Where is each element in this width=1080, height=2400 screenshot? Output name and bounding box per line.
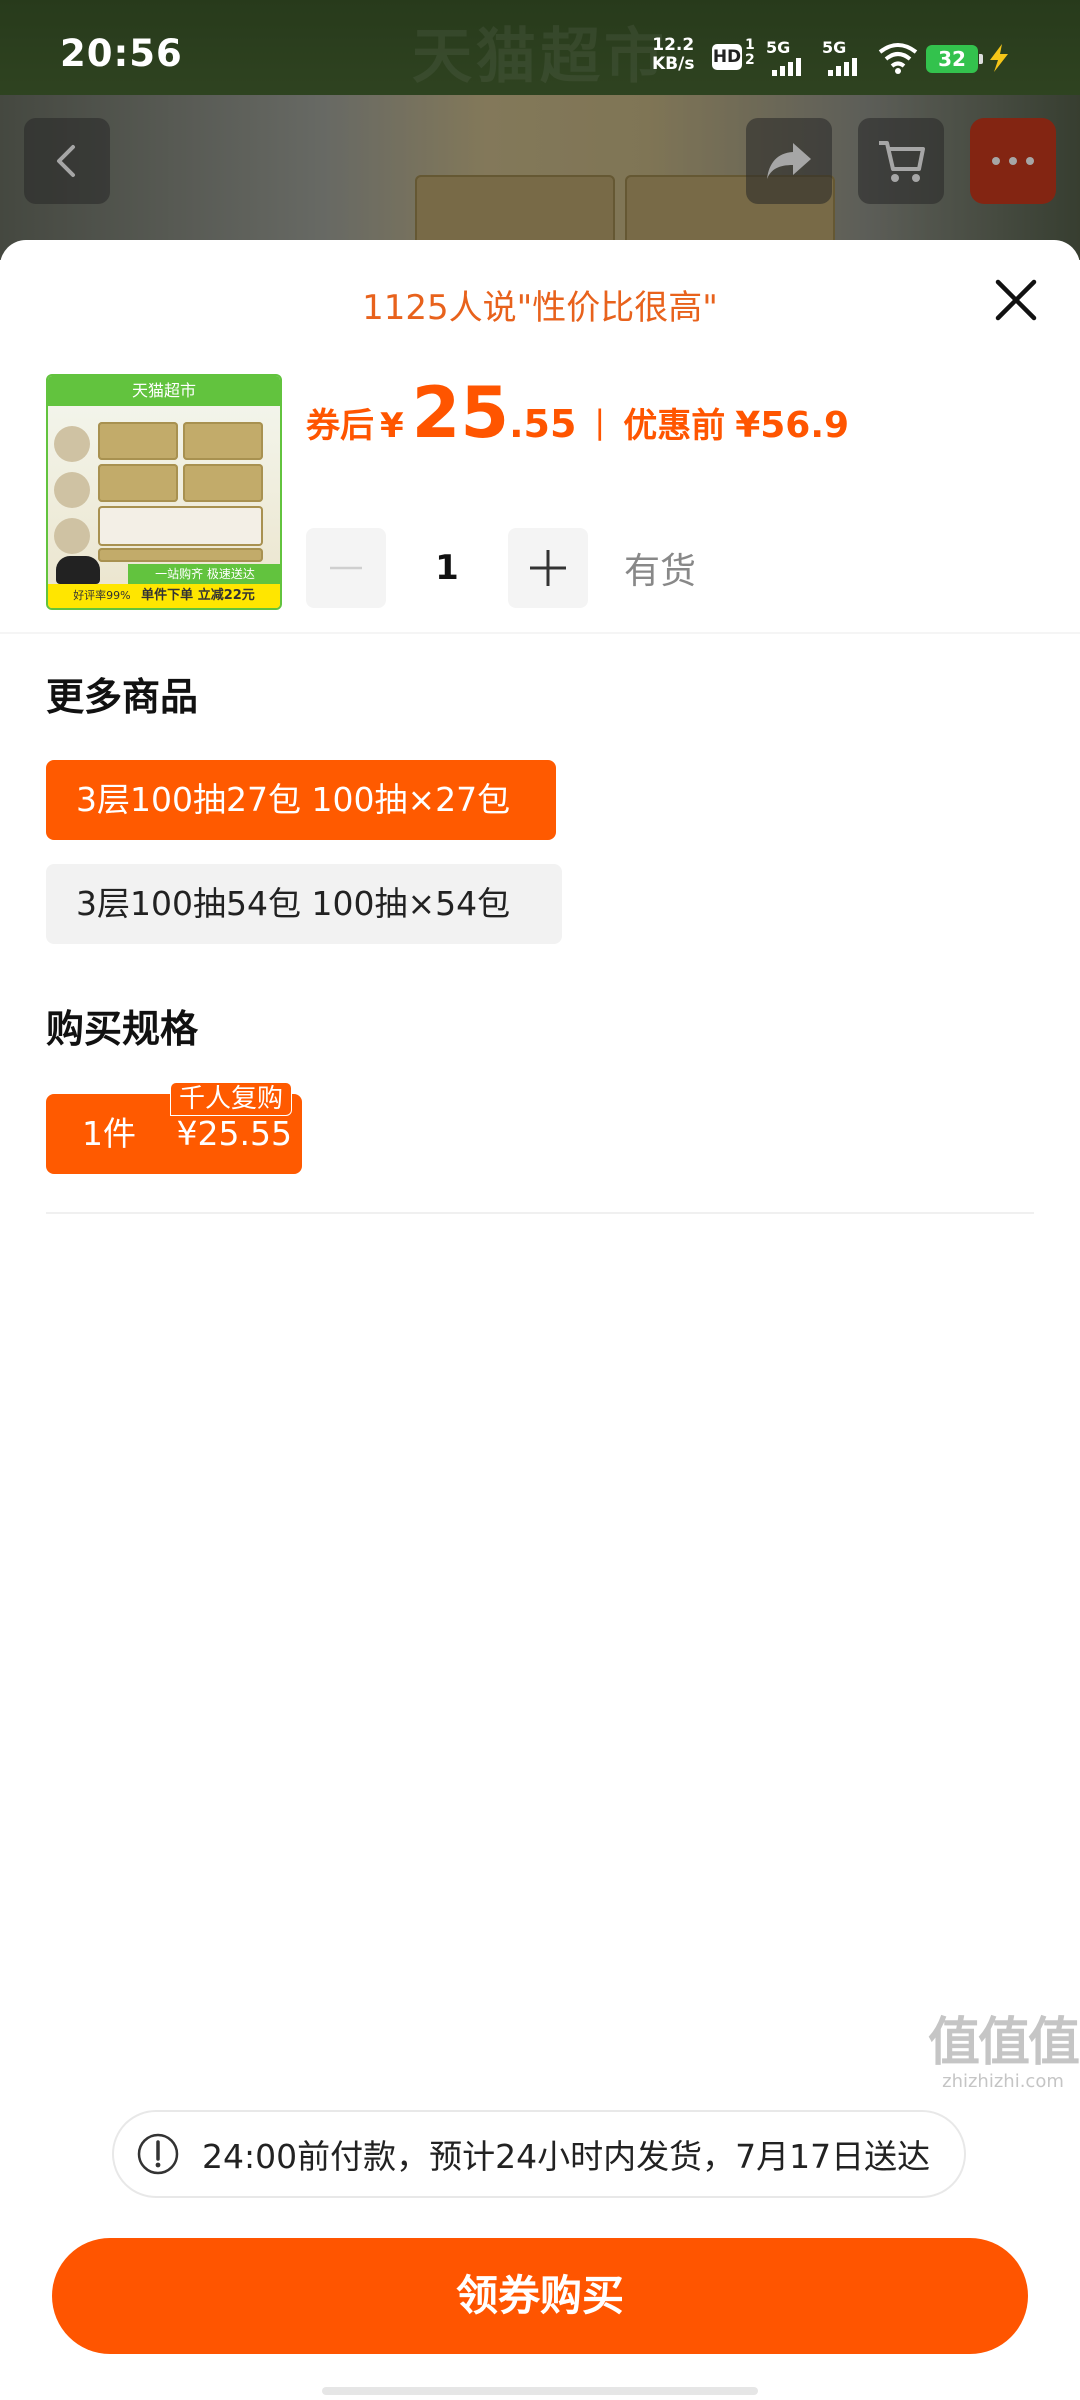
divider bbox=[46, 1212, 1034, 1214]
network-speed-value: 12.2 bbox=[652, 35, 695, 55]
thumbnail-pack bbox=[98, 422, 178, 460]
spec-quantity: 1件 bbox=[82, 1114, 136, 1153]
thumbnail-promo-text: 单件下单 立减22元 bbox=[141, 588, 255, 603]
claim-coupon-buy-button[interactable]: 领券购买 bbox=[52, 2238, 1028, 2354]
thumbnail-feature-icon bbox=[54, 518, 90, 554]
tmall-cat-icon bbox=[56, 556, 100, 584]
product-option-27-packs[interactable]: 3层100抽27包 100抽×27包 bbox=[46, 760, 556, 840]
exclamation-icon bbox=[137, 2133, 179, 2175]
decrease-quantity-button[interactable] bbox=[306, 528, 386, 608]
sheet-headline: 1125人说"性价比很高" bbox=[362, 288, 718, 328]
minus-icon bbox=[330, 566, 362, 570]
charging-icon bbox=[990, 44, 1008, 72]
original-price: ¥56.9 bbox=[735, 405, 850, 446]
thumbnail-pack bbox=[98, 464, 178, 502]
more-products-title: 更多商品 bbox=[46, 675, 199, 719]
delivery-notice-text: 24:00前付款，预计24小时内发货，7月17日送达 bbox=[202, 2137, 931, 2176]
hd-sub-bottom: 2 bbox=[745, 52, 755, 68]
sim2-label: 5G bbox=[822, 38, 847, 57]
quantity-stepper: 1 有货 bbox=[306, 528, 696, 608]
hd-icon: HD bbox=[712, 44, 742, 70]
plus-icon bbox=[530, 550, 566, 586]
price-decimal: .55 bbox=[509, 402, 577, 446]
hd-sub-label: 1 2 bbox=[745, 38, 755, 68]
price-row: 券后 ¥ 25 .55 | 优惠前 ¥56.9 bbox=[306, 372, 849, 462]
watermark-url: zhizhizhi.com bbox=[942, 2071, 1064, 2092]
thumbnail-pack bbox=[98, 548, 263, 562]
divider bbox=[0, 632, 1080, 634]
before-discount-label: 优惠前 bbox=[623, 406, 726, 446]
close-button[interactable] bbox=[988, 272, 1044, 328]
network-speed: 12.2 KB/s bbox=[652, 36, 694, 74]
status-time: 20:56 bbox=[60, 32, 183, 75]
watermark-logo: 值值值 bbox=[928, 2013, 1080, 2073]
hd-sub-top: 1 bbox=[745, 37, 755, 53]
thumbnail-promo-strip: 好评率99% 单件下单 立减22元 bbox=[48, 584, 280, 608]
thumbnail-feature-icon bbox=[54, 472, 90, 508]
wifi-icon bbox=[878, 43, 918, 74]
purchase-spec-title: 购买规格 bbox=[46, 1007, 199, 1051]
delivery-notice: 24:00前付款，预计24小时内发货，7月17日送达 bbox=[112, 2110, 966, 2198]
thumbnail-feature-icon bbox=[54, 426, 90, 462]
thumbnail-pack bbox=[183, 464, 263, 502]
repurchase-badge: 千人复购 bbox=[170, 1082, 293, 1116]
product-option-54-packs[interactable]: 3层100抽54包 100抽×54包 bbox=[46, 864, 562, 944]
thumbnail-pack bbox=[183, 422, 263, 460]
stock-status: 有货 bbox=[624, 551, 697, 592]
thumbnail-pack bbox=[98, 506, 263, 546]
price-separator: | bbox=[594, 403, 606, 441]
thumbnail-store-banner: 天猫超市 bbox=[48, 376, 280, 406]
currency-symbol: ¥ bbox=[380, 406, 404, 446]
sim1-label: 5G bbox=[766, 38, 791, 57]
battery-icon: 32 bbox=[926, 45, 983, 73]
home-indicator[interactable] bbox=[322, 2387, 758, 2395]
network-speed-unit: KB/s bbox=[652, 54, 695, 74]
close-icon bbox=[995, 279, 1037, 321]
price-integer: 25 bbox=[411, 372, 510, 454]
product-thumbnail[interactable]: 天猫超市 一站购齐 极速送达 好评率99% 单件下单 立减22元 bbox=[46, 374, 282, 610]
after-coupon-label: 券后 bbox=[306, 406, 374, 446]
sku-selection-sheet: 1125人说"性价比很高" 天猫超市 一站购齐 极速送达 好评率99% 单件下单… bbox=[0, 240, 1080, 2400]
status-bar: 20:56 12.2 KB/s HD 1 2 5G 5G 32 bbox=[0, 0, 1080, 96]
thumbnail-slogan: 一站购齐 极速送达 bbox=[128, 564, 280, 584]
watermark: 值值值 zhizhizhi.com bbox=[928, 2000, 1080, 2092]
quantity-value[interactable]: 1 bbox=[386, 548, 508, 588]
increase-quantity-button[interactable] bbox=[508, 528, 588, 608]
thumbnail-rating: 好评率99% bbox=[73, 589, 131, 602]
spec-price: ¥25.55 bbox=[176, 1114, 292, 1153]
